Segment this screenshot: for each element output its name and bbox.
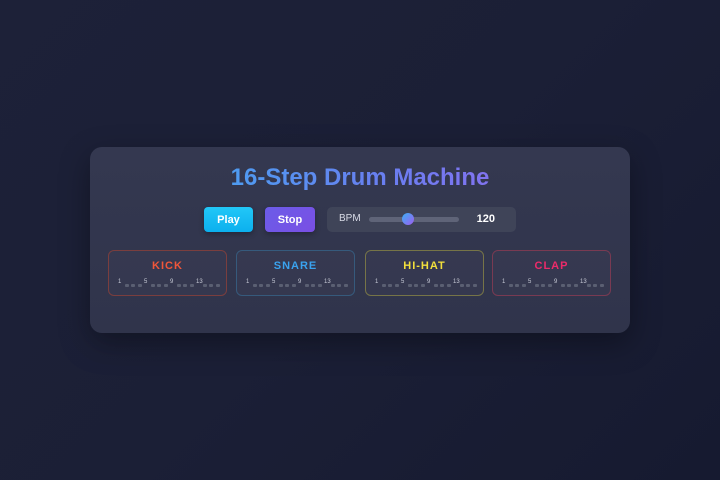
step-row-kick: 1 5 9 13 xyxy=(118,279,222,288)
step-cell[interactable] xyxy=(157,284,161,287)
track-name-kick: KICK xyxy=(152,260,183,272)
stop-button[interactable]: Stop xyxy=(265,207,315,232)
step-cell[interactable] xyxy=(150,284,155,287)
step-cell[interactable] xyxy=(330,284,335,287)
page-title: 16-Step Drum Machine xyxy=(90,163,630,193)
track-kick: KICK 1 5 9 13 xyxy=(108,250,227,296)
step-number: 1 xyxy=(246,279,250,285)
step-cell[interactable] xyxy=(131,284,135,287)
step-cell[interactable] xyxy=(472,284,477,287)
track-hihat: HI-HAT 1 5 9 13 xyxy=(365,250,484,296)
step-number: 5 xyxy=(401,279,405,285)
step-number: 13 xyxy=(196,279,203,285)
step-cell[interactable] xyxy=(414,284,418,287)
step-cell[interactable] xyxy=(547,284,552,287)
step-cell[interactable] xyxy=(407,284,412,287)
step-cell[interactable] xyxy=(541,284,545,287)
step-cell[interactable] xyxy=(317,284,322,287)
step-number: 1 xyxy=(375,279,379,285)
step-row-hihat: 1 5 9 13 xyxy=(375,279,479,288)
step-row-clap: 1 5 9 13 xyxy=(502,279,606,288)
track-name-hihat: HI-HAT xyxy=(403,260,446,272)
step-cell[interactable] xyxy=(265,284,270,287)
step-cell[interactable] xyxy=(420,284,425,287)
step-cell[interactable] xyxy=(599,284,604,287)
step-cell[interactable] xyxy=(311,284,315,287)
step-cell[interactable] xyxy=(440,284,444,287)
step-number: 13 xyxy=(324,279,331,285)
step-cell[interactable] xyxy=(189,284,194,287)
step-cell[interactable] xyxy=(304,284,309,287)
step-number: 13 xyxy=(580,279,587,285)
step-cell[interactable] xyxy=(433,284,438,287)
step-cell[interactable] xyxy=(291,284,296,287)
step-cell[interactable] xyxy=(459,284,464,287)
step-cell[interactable] xyxy=(508,284,513,287)
bpm-slider-thumb[interactable] xyxy=(401,213,414,225)
step-cell[interactable] xyxy=(593,284,597,287)
step-cell[interactable] xyxy=(285,284,289,287)
step-cell[interactable] xyxy=(176,284,181,287)
step-cell[interactable] xyxy=(394,284,399,287)
drum-machine-panel: 16-Step Drum Machine Play Stop BPM 120 K… xyxy=(90,147,630,333)
step-cell[interactable] xyxy=(278,284,283,287)
step-cell[interactable] xyxy=(163,284,168,287)
step-row-snare: 1 5 9 13 xyxy=(246,279,350,288)
step-number: 9 xyxy=(554,279,558,285)
step-number: 1 xyxy=(118,279,122,285)
step-cell[interactable] xyxy=(388,284,392,287)
step-cell[interactable] xyxy=(209,284,213,287)
step-cell[interactable] xyxy=(586,284,591,287)
bpm-slider[interactable] xyxy=(369,213,459,225)
step-cell[interactable] xyxy=(252,284,257,287)
track-name-clap: CLAP xyxy=(534,260,569,272)
step-cell[interactable] xyxy=(515,284,519,287)
step-cell[interactable] xyxy=(259,284,263,287)
step-number: 5 xyxy=(144,279,148,285)
step-cell[interactable] xyxy=(567,284,571,287)
step-cell[interactable] xyxy=(343,284,348,287)
step-number: 1 xyxy=(502,279,506,285)
bpm-control: BPM 120 xyxy=(327,207,516,232)
step-cell[interactable] xyxy=(534,284,539,287)
track-clap: CLAP 1 5 9 13 xyxy=(492,250,611,296)
step-cell[interactable] xyxy=(124,284,129,287)
step-cell[interactable] xyxy=(337,284,341,287)
step-number: 9 xyxy=(427,279,431,285)
step-number: 9 xyxy=(298,279,302,285)
step-cell[interactable] xyxy=(381,284,386,287)
step-cell[interactable] xyxy=(137,284,142,287)
step-number: 5 xyxy=(528,279,532,285)
step-cell[interactable] xyxy=(183,284,187,287)
step-cell[interactable] xyxy=(573,284,578,287)
step-cell[interactable] xyxy=(446,284,451,287)
track-name-snare: SNARE xyxy=(273,260,318,272)
bpm-value: 120 xyxy=(476,213,495,225)
step-cell[interactable] xyxy=(215,284,220,287)
step-number: 9 xyxy=(170,279,174,285)
step-cell[interactable] xyxy=(466,284,470,287)
track-snare: SNARE 1 5 9 13 xyxy=(236,250,355,296)
bpm-label: BPM xyxy=(339,213,361,224)
step-cell[interactable] xyxy=(202,284,207,287)
play-button[interactable]: Play xyxy=(204,207,253,232)
step-number: 5 xyxy=(272,279,276,285)
step-number: 13 xyxy=(453,279,460,285)
step-cell[interactable] xyxy=(521,284,526,287)
step-cell[interactable] xyxy=(560,284,565,287)
